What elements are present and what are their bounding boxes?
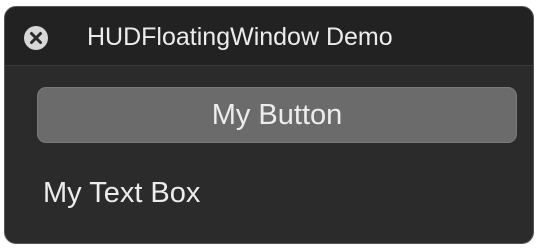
title-bar[interactable]: HUDFloatingWindow Demo <box>5 7 533 66</box>
hud-floating-window: HUDFloatingWindow Demo My Button My Text… <box>4 6 534 244</box>
close-icon <box>30 32 42 44</box>
text-box[interactable]: My Text Box <box>43 175 200 211</box>
close-button[interactable] <box>24 26 48 50</box>
my-button[interactable]: My Button <box>37 87 517 143</box>
window-content: My Button My Text Box <box>5 65 533 243</box>
window-title: HUDFloatingWindow Demo <box>87 23 393 51</box>
